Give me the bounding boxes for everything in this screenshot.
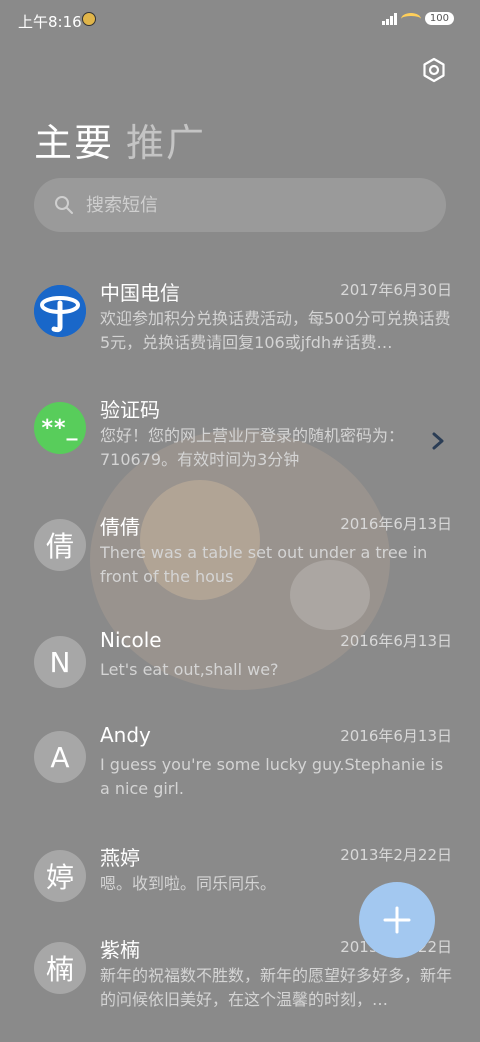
compose-button[interactable]	[359, 882, 435, 958]
conversation-date: 2016年6月13日	[340, 727, 452, 745]
conversation-date: 2017年6月30日	[340, 281, 452, 299]
avatar: 楠	[34, 942, 86, 994]
tab-bar: 主要 推广	[34, 112, 206, 167]
status-indicators: 100	[381, 12, 454, 25]
conversation-item[interactable]: 倩 倩倩 2016年6月13日 There was a table set ou…	[0, 515, 480, 619]
conversation-sender: 验证码	[100, 398, 160, 422]
conversation-sender: Andy	[100, 723, 151, 747]
conversation-preview: I guess you're some lucky guy.Stephanie …	[100, 755, 444, 798]
status-bar: 上午8:16 100	[0, 0, 480, 40]
signal-icon	[381, 12, 397, 25]
conversation-preview: 欢迎参加积分兑换话费活动，每500分可兑换话费5元，兑换话费请回复106或jfd…	[100, 309, 451, 352]
status-time: 上午8:16	[18, 13, 82, 31]
tab-promo[interactable]: 推广	[126, 112, 206, 167]
search-bar[interactable]	[34, 178, 446, 232]
conversation-preview: 您好！您的网上营业厅登录的随机密码为：710679。有效时间为3分钟	[100, 426, 405, 469]
conversation-item[interactable]: 楠 紫楠 2013年2月22日 新年的祝福数不胜数，新年的愿望好多好多，新年的问…	[0, 938, 480, 1042]
avatar: A	[34, 731, 86, 783]
battery-icon: 100	[424, 12, 454, 25]
conversation-item[interactable]: **_ 验证码 您好！您的网上营业厅登录的随机密码为：710679。有效时间为3…	[0, 398, 480, 502]
chevron-right-icon[interactable]	[430, 432, 446, 450]
conversation-date: 2016年6月13日	[340, 515, 452, 533]
plus-icon	[383, 906, 411, 934]
conversation-sender: Nicole	[100, 628, 162, 652]
conversation-preview: There was a table set out under a tree i…	[100, 543, 428, 586]
gear-icon	[423, 57, 445, 83]
avatar: N	[34, 636, 86, 688]
search-icon	[55, 196, 73, 214]
avatar: **_	[34, 402, 86, 454]
conversation-item[interactable]: A Andy 2016年6月13日 I guess you're some lu…	[0, 723, 480, 831]
avatar: 婷	[34, 850, 86, 902]
conversation-date: 2013年2月22日	[340, 846, 452, 864]
settings-button[interactable]	[420, 56, 448, 84]
conversation-preview: Let's eat out,shall we?	[100, 660, 279, 679]
notification-bell-icon	[82, 12, 96, 26]
conversation-item[interactable]: N Nicole 2016年6月13日 Let's eat out,shall …	[0, 628, 480, 736]
search-input[interactable]	[86, 194, 386, 216]
conversation-sender: 紫楠	[100, 938, 140, 962]
conversation-date: 2016年6月13日	[340, 632, 452, 650]
conversation-sender: 燕婷	[100, 846, 140, 870]
wifi-icon	[400, 12, 421, 25]
avatar: 倩	[34, 519, 86, 571]
conversation-sender: 倩倩	[100, 515, 140, 539]
tab-main[interactable]: 主要	[34, 112, 114, 167]
conversation-item[interactable]: 中国电信 2017年6月30日 欢迎参加积分兑换话费活动，每500分可兑换话费5…	[0, 281, 480, 385]
conversation-preview: 新年的祝福数不胜数，新年的愿望好多好多，新年的问候依旧美好，在这个温馨的时刻，…	[100, 966, 452, 1009]
china-telecom-logo-icon	[34, 285, 86, 337]
conversation-sender: 中国电信	[100, 281, 180, 305]
